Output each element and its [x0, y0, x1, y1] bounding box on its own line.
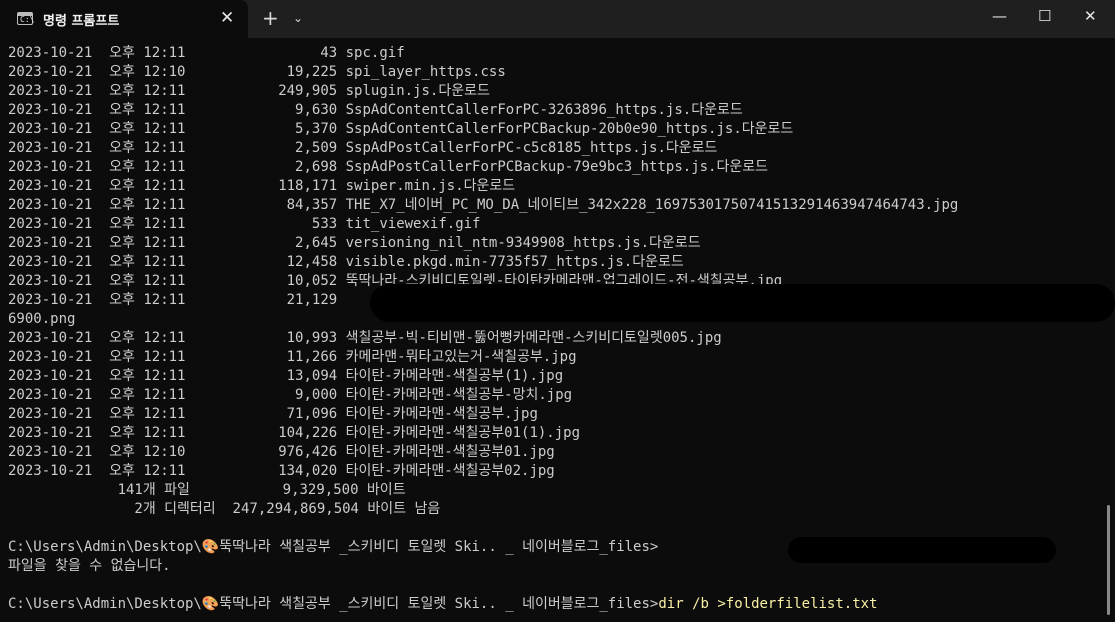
maximize-button[interactable]: ☐ [1038, 6, 1051, 26]
listing-row: 2023-10-21 오후 12:11 118,171 swiper.min.j… [8, 178, 516, 194]
listing-row: 2023-10-21 오후 12:10 19,225 spi_layer_htt… [8, 64, 506, 80]
terminal-output[interactable]: 2023-10-21 오후 12:11 43 spc.gif 2023-10-21… [8, 44, 1103, 614]
directory-listing: 2023-10-21 오후 12:11 43 spc.gif 2023-10-21… [8, 44, 1103, 481]
listing-row: 2023-10-21 오후 12:11 2,509 SspAdPostCalle… [8, 140, 718, 156]
listing-row: 2023-10-21 오후 12:11 9,000 타이탄-카메라맨-색칠공부-… [8, 387, 573, 403]
prompt-line-2: C:\Users\Admin\Desktop\🎨뚝딱나라 색칠공부 _스키비디 … [8, 595, 1103, 614]
listing-row: 2023-10-21 오후 12:11 249,905 splugin.js.다… [8, 83, 490, 99]
summary-files: 141개 파일 9,329,500 바이트 [8, 482, 406, 498]
listing-row: 2023-10-21 오후 12:11 2,698 SspAdPostCalle… [8, 159, 769, 175]
listing-row: 2023-10-21 오후 12:10 976,426 타이탄-카메라맨-색칠공… [8, 444, 555, 460]
listing-row: 2023-10-21 오후 12:11 43 spc.gif [8, 45, 405, 61]
listing-row: 2023-10-21 오후 12:11 12,458 visible.pkgd.… [8, 254, 684, 270]
tab-title: 명령 프롬프트 [43, 14, 120, 29]
listing-row: 2023-10-21 오후 12:11 10,993 색칠공부-빅-티비맨-뚫어… [8, 330, 722, 346]
listing-row: 2023-10-21 오후 12:11 84,357 THE_X7_네이버_PC… [8, 197, 959, 213]
listing-row: 2023-10-21 오후 12:11 533 tit_viewexif.gif [8, 216, 481, 232]
listing-row: 2023-10-21 오후 12:11 2,645 versioning_nil… [8, 235, 701, 251]
close-tab-icon[interactable]: ✕ [220, 8, 234, 28]
listing-row: 2023-10-21 오후 12:11 134,020 타이탄-카메라맨-색칠공… [8, 463, 555, 479]
typed-command: dir /b >folderfilelist.txt [658, 596, 878, 612]
minimize-button[interactable]: — [992, 6, 1007, 26]
listing-row: 2023-10-21 오후 12:11 11,266 카메라맨-뭐타고있는거-색… [8, 349, 577, 365]
listing-row: 2023-10-21 오후 12:11 71,096 타이탄-카메라맨-색칠공부… [8, 406, 538, 422]
prompt-path: C:\Users\Admin\Desktop\🎨뚝딱나라 색칠공부 _스키비디 … [8, 596, 659, 612]
listing-row: 2023-10-21 오후 12:11 104,226 타이탄-카메라맨-색칠공… [8, 425, 581, 441]
redaction-mark [370, 284, 1115, 322]
scrollbar[interactable] [1107, 505, 1110, 615]
close-window-button[interactable]: ✕ [1084, 6, 1097, 26]
listing-row: 2023-10-21 오후 12:11 13,094 타이탄-카메라맨-색칠공부… [8, 368, 564, 384]
tab-command-prompt[interactable]: C:\ 명령 프롬프트 ✕ [0, 0, 248, 38]
new-tab-button[interactable]: + [262, 7, 279, 29]
redaction-mark [788, 537, 1056, 563]
terminal-icon: C:\ [17, 12, 34, 25]
summary-dirs: 2개 디렉터리 247,294,869,504 바이트 남음 [8, 501, 441, 517]
chevron-down-icon[interactable]: ⌄ [293, 9, 303, 27]
listing-row: 2023-10-21 오후 12:11 5,370 SspAdContentCa… [8, 121, 794, 137]
listing-row: 2023-10-21 오후 12:11 9,630 SspAdContentCa… [8, 102, 743, 118]
title-bar: C:\ 명령 프롬프트 ✕ + ⌄ — ☐ ✕ [0, 0, 1115, 38]
